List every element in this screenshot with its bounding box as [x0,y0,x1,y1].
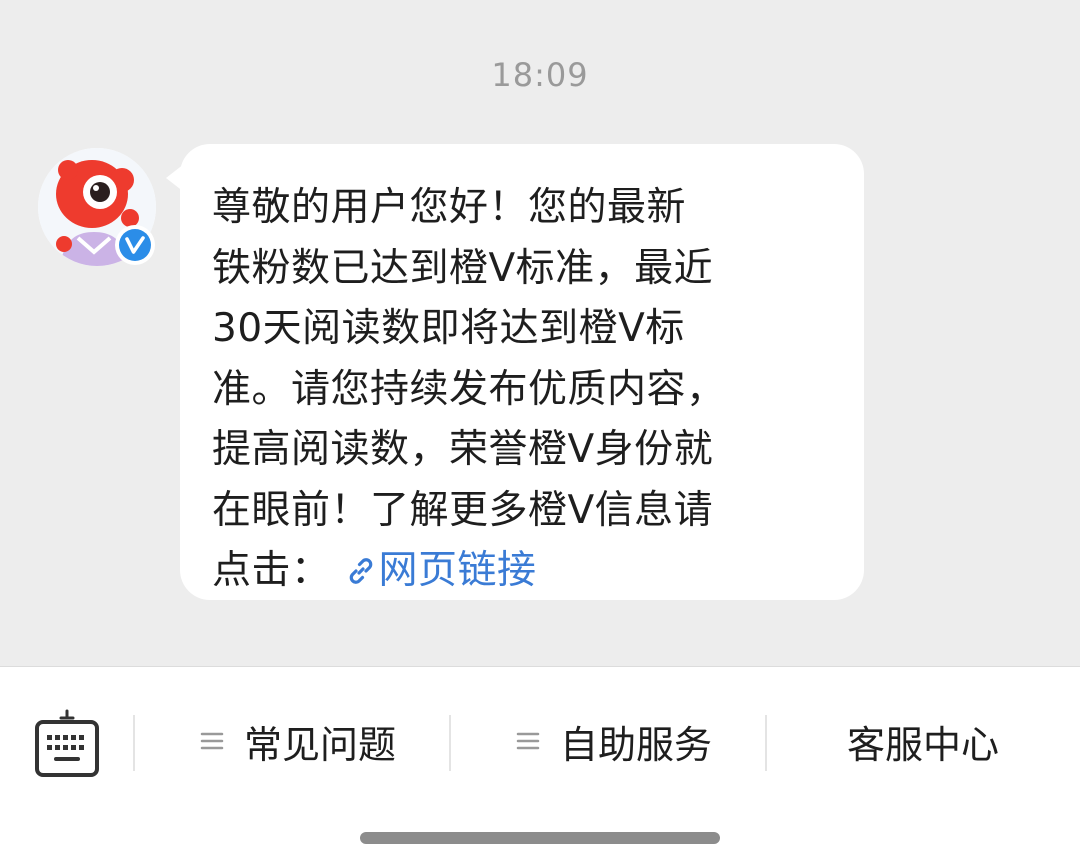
home-indicator[interactable] [360,832,720,844]
message-line: 铁粉数已达到橙V标准，最近 [212,245,714,291]
web-link-label[interactable]: 网页链接 [379,548,537,593]
message-line-last: 点击： 网页链接 [212,541,834,602]
keyboard-toggle-button[interactable] [34,709,100,779]
menu-divider [449,715,451,771]
web-link[interactable]: 网页链接 [331,548,537,593]
message-timestamp: 18:09 [491,56,589,94]
message-bubble: 尊敬的用户您好！您的最新 铁粉数已达到橙V标准，最近 30天阅读数即将达到橙V标… [166,144,864,602]
message-line: 30天阅读数即将达到橙V标 [212,306,685,351]
menu-item-label: 客服中心 [846,722,999,767]
menu-divider [765,715,767,771]
menu-lines-icon [516,732,540,750]
message-text: 尊敬的用户您好！您的最新 铁粉数已达到橙V标准，最近 30天阅读数即将达到橙V标… [212,178,834,602]
verified-badge-icon [115,225,155,265]
message-line-prefix: 点击： [212,548,331,593]
chat-area[interactable]: 18:09 尊敬的用户您好！您的最新 铁粉数已达到橙V标准，最近 30天阅读数即… [0,0,1080,666]
message-line: 在眼前！了解更多橙V信息请 [212,487,714,533]
link-icon [349,558,372,584]
menu-item-faq[interactable]: 常见问题 [150,711,446,771]
menu-item-label: 常见问题 [243,722,396,767]
menu-lines-icon [200,732,224,750]
message-line: 尊敬的用户您好！您的最新 [212,185,687,230]
menu-item-label: 自助服务 [559,722,712,767]
bubble-tail [166,164,184,192]
menu-item-service-center[interactable]: 客服中心 [770,711,1076,771]
menu-item-self-service[interactable]: 自助服务 [466,711,762,771]
message-line: 准。请您持续发布优质内容， [212,366,726,412]
keyboard-icon [35,709,99,777]
message-line: 提高阅读数，荣誉橙V身份就 [212,427,714,472]
menu-divider [133,715,135,771]
